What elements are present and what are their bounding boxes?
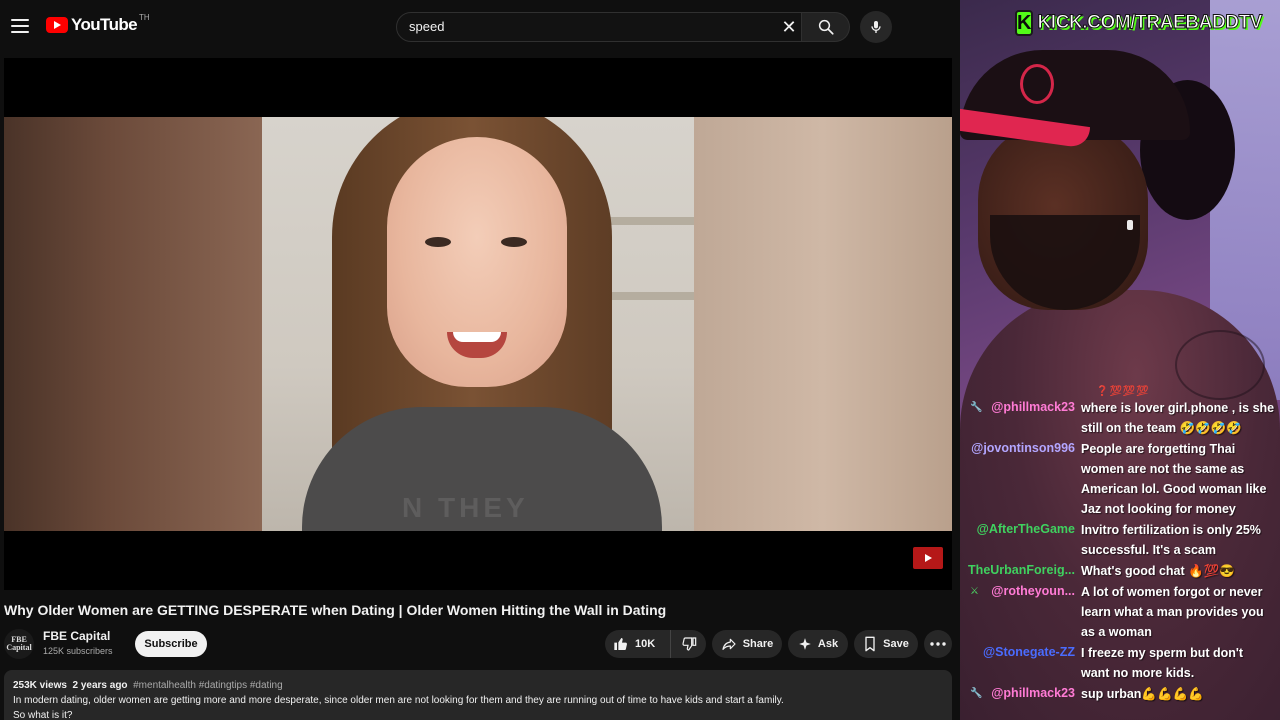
- chat-text-line: What's good chat 🔥💯😎: [1081, 564, 1235, 578]
- shirt-text: N THEY: [402, 492, 529, 523]
- chat-username[interactable]: @jovontinson996: [964, 441, 1075, 455]
- channel-watermark-icon[interactable]: [913, 547, 943, 569]
- search-icon: [818, 19, 834, 35]
- chat-text-line: A lot of women forgot or never: [1081, 585, 1263, 599]
- microphone-icon: [871, 21, 881, 33]
- chat-text-line: People are forgetting Thai: [1081, 442, 1236, 456]
- logo-text: YouTube: [71, 15, 138, 34]
- hashtags[interactable]: #mentalhealth #datingtips #dating: [133, 680, 283, 691]
- chat-text-line: sup urban💪💪💪💪: [1081, 687, 1204, 701]
- description-line2: So what is it?: [13, 710, 73, 720]
- share-button[interactable]: Share: [712, 630, 782, 658]
- logo-region: TH: [139, 12, 150, 22]
- video-frame: N THEY: [4, 117, 952, 531]
- youtube-play-icon: [46, 17, 68, 33]
- like-dislike-group: 10K: [605, 630, 706, 658]
- cap-logo: [1020, 64, 1054, 104]
- view-count: 253K views: [13, 680, 67, 691]
- description-box[interactable]: 253K views 2 years ago #mentalhealth #da…: [4, 670, 952, 720]
- youtube-watch-page: YouTube TH ✕: [0, 0, 960, 720]
- video-center-frame: N THEY: [262, 117, 694, 531]
- save-button[interactable]: Save: [854, 630, 918, 658]
- ask-button[interactable]: Ask: [788, 630, 848, 658]
- more-horizontal-icon: [930, 642, 946, 646]
- chat-text-line: American lol. Good woman like: [1081, 482, 1267, 496]
- video-blur-left: [4, 117, 262, 531]
- channel-avatar[interactable]: FBE Capital: [4, 629, 34, 659]
- video-blur-right: [694, 117, 952, 531]
- more-actions-button[interactable]: [924, 630, 952, 658]
- subscriber-count: 125K subscribers: [43, 646, 113, 656]
- ask-label: Ask: [817, 638, 839, 650]
- chat-text-line: as a woman: [1081, 625, 1152, 639]
- kick-banner: K KICK.COM/TRAEBADDTV: [1015, 9, 1263, 37]
- upload-age: 2 years ago: [72, 680, 128, 691]
- kick-logo-icon: K: [1015, 10, 1034, 36]
- channel-name[interactable]: FBE Capital: [43, 629, 110, 643]
- search-input[interactable]: [409, 19, 769, 34]
- description-text: In modern dating, older women are gettin…: [13, 695, 784, 706]
- search-box: [396, 12, 802, 42]
- video-player[interactable]: N THEY: [4, 58, 952, 590]
- chat-text-line: I freeze my sperm but don't: [1081, 646, 1244, 660]
- chat-text-line: still on the team 🤣🤣🤣🤣: [1081, 421, 1242, 435]
- chat-text-line: learn what a man provides you: [1081, 605, 1264, 619]
- woman-face: [387, 137, 567, 387]
- sparkle-icon: [799, 638, 811, 650]
- chat-text-line: where is lover girl.phone , is she: [1081, 401, 1275, 415]
- masthead: YouTube TH ✕: [0, 0, 960, 56]
- earring: [1127, 220, 1133, 230]
- chat-username[interactable]: @Stonegate-ZZ: [964, 645, 1075, 659]
- chat-username[interactable]: TheUrbanForeig...: [964, 563, 1075, 577]
- voice-search-button[interactable]: [860, 11, 892, 43]
- like-button[interactable]: 10K: [605, 630, 671, 658]
- chat-username[interactable]: @phillmack23: [964, 400, 1075, 414]
- chat-text-line: women are not the same as: [1081, 462, 1245, 476]
- screen: YouTube TH ✕: [0, 0, 1280, 720]
- left-eye: [425, 237, 451, 247]
- chat-username[interactable]: @phillmack23: [964, 686, 1075, 700]
- clear-search-icon[interactable]: ✕: [780, 18, 798, 36]
- like-count: 10K: [635, 638, 656, 650]
- dislike-button[interactable]: [671, 630, 706, 658]
- share-label: Share: [742, 638, 774, 650]
- bookmark-icon: [865, 636, 875, 652]
- kick-url: KICK.COM/TRAEBADDTV: [1037, 12, 1263, 34]
- youtube-logo[interactable]: YouTube TH: [46, 12, 150, 35]
- thumbs-down-icon: [681, 637, 696, 651]
- chat-text-line: Invitro fertilization is only 25%: [1081, 523, 1261, 537]
- smile: [447, 332, 507, 358]
- thumbs-up-icon: [614, 637, 627, 650]
- chat-text-line: want no more kids.: [1081, 666, 1195, 680]
- chat-username[interactable]: @AfterTheGame: [964, 522, 1075, 536]
- chat-text-line: Jaz not looking for money: [1081, 502, 1236, 516]
- video-title: Why Older Women are GETTING DESPERATE wh…: [4, 602, 667, 618]
- hamburger-menu-icon[interactable]: [8, 14, 32, 38]
- chat-text-line: successful. It's a scam: [1081, 543, 1216, 557]
- save-label: Save: [883, 638, 909, 650]
- share-icon: [722, 638, 736, 650]
- subscribe-button[interactable]: Subscribe: [135, 631, 207, 657]
- search-button[interactable]: [802, 12, 850, 42]
- description-meta: 253K views 2 years ago #mentalhealth #da…: [13, 678, 943, 693]
- chat-overlay: ❓💯💯💯 🔧 @phillmack23 where is lover girl.pho…: [960, 386, 1280, 720]
- chat-emotes: ❓💯💯💯: [1096, 386, 1150, 397]
- chat-username[interactable]: @rotheyoun...: [964, 584, 1075, 598]
- right-eye: [501, 237, 527, 247]
